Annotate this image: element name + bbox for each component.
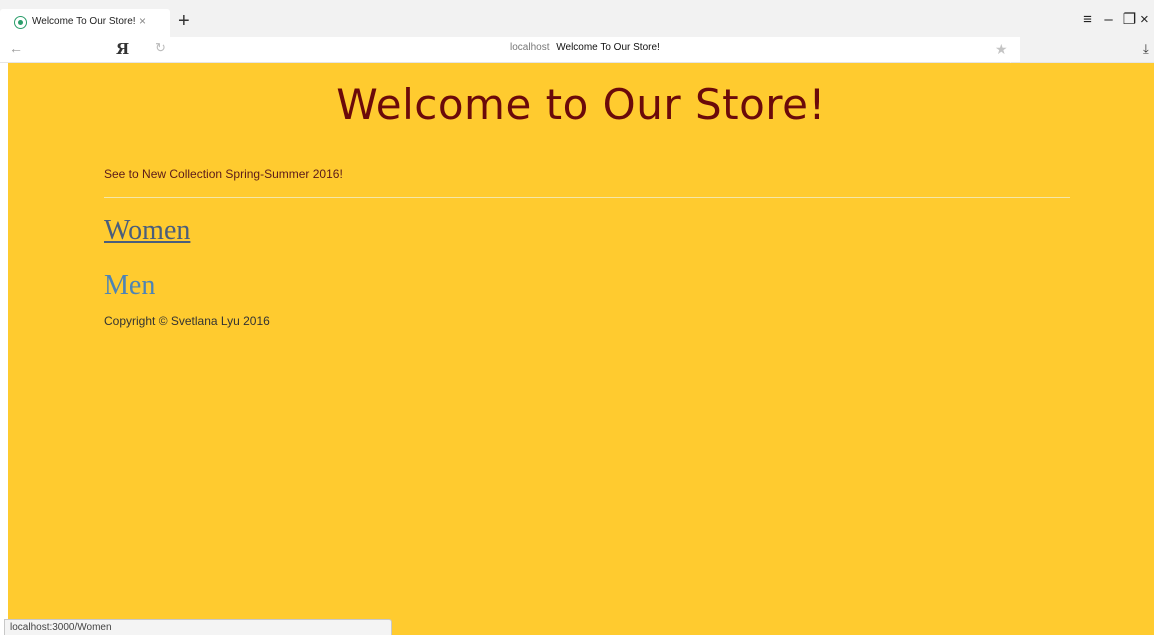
close-window-icon[interactable]: × xyxy=(1140,11,1154,28)
copyright-text: Copyright © Svetlana Lyu 2016 xyxy=(104,314,270,328)
toolbar-end xyxy=(1020,37,1154,62)
new-tab-button[interactable]: + xyxy=(178,9,190,33)
browser-tab[interactable]: Welcome To Our Store! × xyxy=(0,9,170,37)
window-controls: ≡ – ❐ × xyxy=(1077,8,1154,30)
address-host: localhost xyxy=(510,42,550,53)
address-bar[interactable]: localhost Welcome To Our Store! xyxy=(510,42,660,53)
address-page-title: Welcome To Our Store! xyxy=(556,42,660,53)
promo-text: See to New Collection Spring-Summer 2016… xyxy=(104,167,343,181)
status-bar: localhost:3000/Women xyxy=(4,619,392,635)
menu-icon[interactable]: ≡ xyxy=(1077,11,1098,28)
tab-strip: Welcome To Our Store! × + ≡ – ❐ × xyxy=(0,0,1154,37)
page-title: Welcome to Our Store! xyxy=(336,80,826,129)
women-link[interactable]: Women xyxy=(104,215,190,247)
page-viewport: Welcome to Our Store! See to New Collect… xyxy=(8,63,1154,635)
download-icon[interactable]: ⤓ xyxy=(1143,41,1149,57)
back-arrow-icon[interactable]: ← xyxy=(9,40,23,56)
site-favicon-icon xyxy=(14,16,27,29)
status-url: localhost:3000/Women xyxy=(10,622,112,633)
minimize-icon[interactable]: – xyxy=(1098,11,1119,28)
bookmark-star-icon[interactable]: ★ xyxy=(995,41,1008,58)
reload-icon[interactable]: ↻ xyxy=(155,40,166,56)
divider xyxy=(104,197,1070,198)
omnibox-edge xyxy=(1010,37,1020,63)
tab-close-icon[interactable]: × xyxy=(139,14,146,28)
restore-icon[interactable]: ❐ xyxy=(1119,10,1140,28)
navigation-bar: ← Я ↻ localhost Welcome To Our Store! ★ … xyxy=(0,37,1154,63)
yandex-logo-icon[interactable]: Я xyxy=(116,40,129,58)
tab-title: Welcome To Our Store! xyxy=(32,16,136,27)
men-link[interactable]: Men xyxy=(104,270,155,302)
